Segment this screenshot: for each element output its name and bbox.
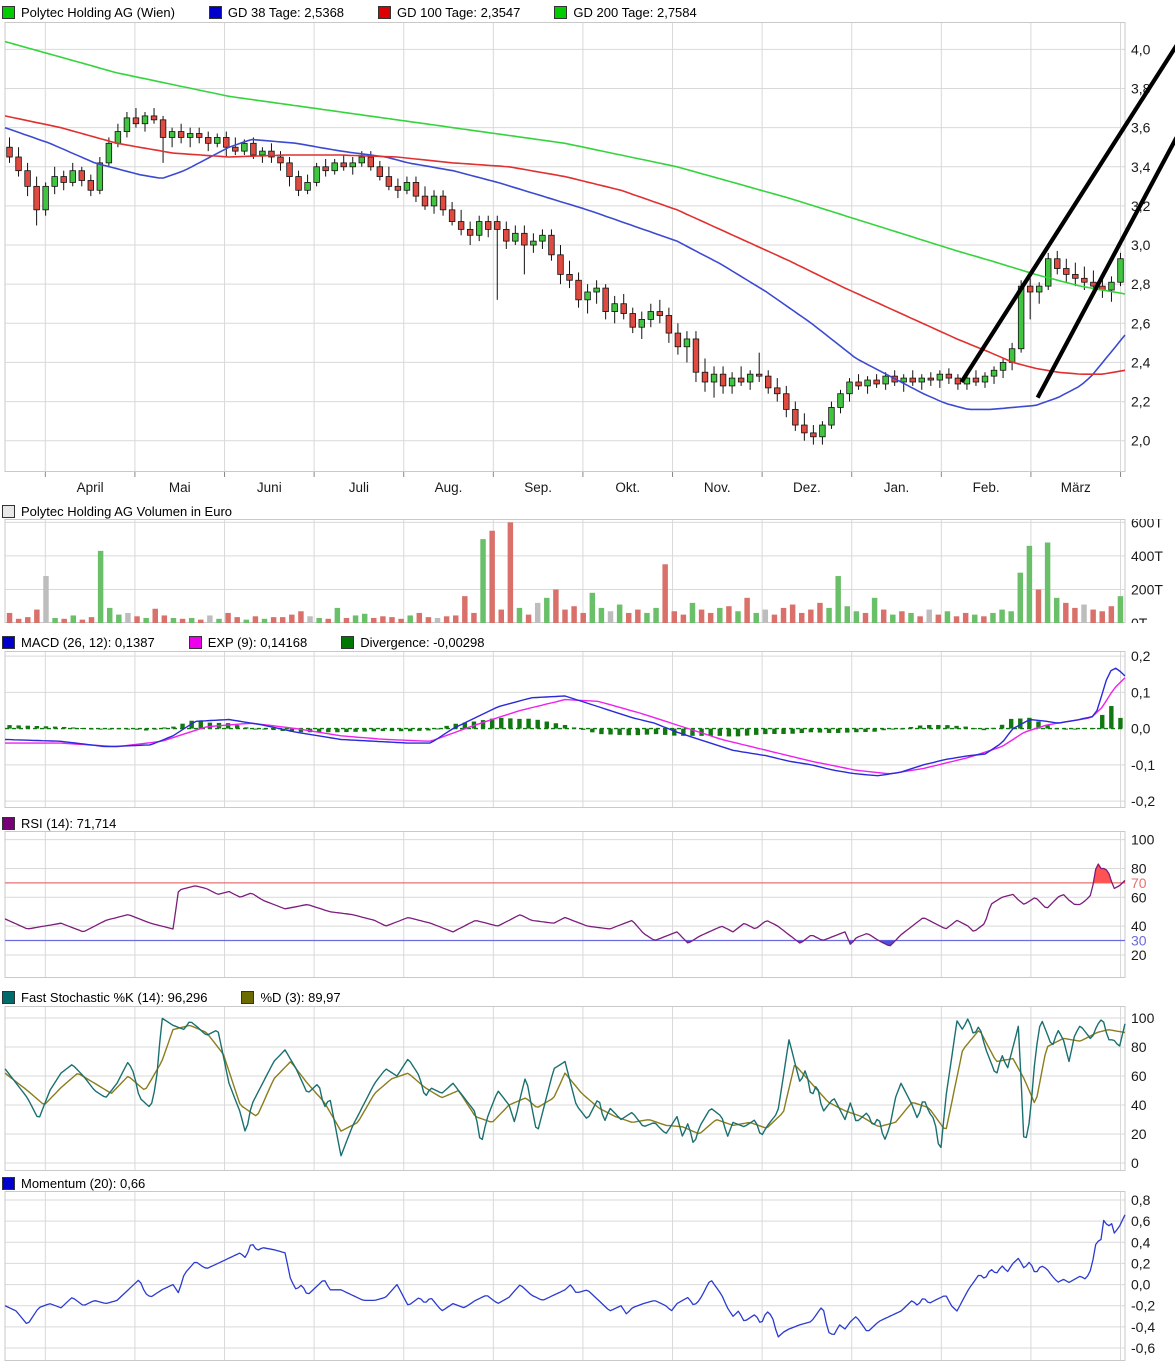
legend-label-exp: EXP (9): 0,14168: [208, 635, 308, 650]
legend-item-rsi: RSI (14): 71,714: [2, 816, 116, 831]
svg-text:Jan.: Jan.: [884, 480, 910, 495]
legend-label-momentum: Momentum (20): 0,66: [21, 1176, 145, 1191]
svg-text:Sep.: Sep.: [524, 480, 552, 495]
svg-text:Nov.: Nov.: [704, 480, 731, 495]
rsi-panel: 100806040207030: [0, 831, 1175, 978]
volume-legend: Polytec Holding AG Volumen in Euro: [0, 502, 1175, 519]
legend-label-gd200: GD 200 Tage: 2,7584: [573, 5, 696, 20]
svg-text:100: 100: [1131, 832, 1155, 848]
legend-label-divergence: Divergence: -0,00298: [360, 635, 484, 650]
svg-text:Dez.: Dez.: [793, 480, 821, 495]
series-color-swatch-icon: [2, 1177, 15, 1190]
svg-text:0,6: 0,6: [1131, 1213, 1151, 1229]
legend-item-gd100: GD 100 Tage: 2,3547: [378, 5, 520, 20]
series-color-swatch-icon: [2, 6, 15, 19]
svg-text:-0,6: -0,6: [1131, 1340, 1155, 1356]
svg-text:100: 100: [1131, 1010, 1155, 1026]
svg-text:Okt.: Okt.: [615, 480, 640, 495]
svg-text:-0,2: -0,2: [1131, 793, 1155, 808]
svg-text:70: 70: [1131, 875, 1147, 891]
legend-item-exp: EXP (9): 0,14168: [189, 635, 308, 650]
svg-text:60: 60: [1131, 1068, 1147, 1084]
rsi-legend: RSI (14): 71,714: [0, 808, 1175, 831]
legend-label-gd100: GD 100 Tage: 2,3547: [397, 5, 520, 20]
svg-text:3,6: 3,6: [1131, 120, 1151, 136]
legend-item-momentum: Momentum (20): 0,66: [2, 1176, 145, 1191]
volume-title: Polytec Holding AG Volumen in Euro: [21, 504, 232, 519]
chart-title: Polytec Holding AG (Wien): [21, 5, 175, 20]
momentum-legend: Momentum (20): 0,66: [0, 1171, 1175, 1191]
momentum-panel: 0,8 0,6 0,4 0,2 0,0 -0,2 -0,4 -0,6: [0, 1191, 1175, 1361]
macd-panel: 0,2 0,1 0,0 -0,1 -0,2: [0, 651, 1175, 808]
series-color-swatch-icon: [241, 991, 254, 1004]
series-color-swatch-icon: [2, 817, 15, 830]
svg-text:400T: 400T: [1131, 548, 1163, 564]
month-axis: April Mai Juni Juli Aug. Sep. Okt. Nov. Dez. Jan.…: [0, 472, 1175, 502]
svg-text:2,8: 2,8: [1131, 276, 1151, 292]
legend-label-rsi: RSI (14): 71,714: [21, 816, 116, 831]
svg-text:2,2: 2,2: [1131, 394, 1151, 410]
svg-text:März: März: [1061, 480, 1091, 495]
svg-text:Aug.: Aug.: [435, 480, 463, 495]
svg-text:200T: 200T: [1131, 581, 1163, 597]
series-color-swatch-icon: [2, 991, 15, 1004]
svg-text:Juni: Juni: [257, 480, 282, 495]
svg-text:-0,1: -0,1: [1131, 757, 1155, 773]
svg-text:-0,2: -0,2: [1131, 1298, 1155, 1314]
legend-item-title: Polytec Holding AG (Wien): [2, 5, 175, 20]
legend-item-volume: Polytec Holding AG Volumen in Euro: [2, 504, 232, 519]
legend-item-gd38: GD 38 Tage: 2,5368: [209, 5, 344, 20]
price-candlestick-panel: 4,03,83,63,43,23,02,82,62,42,22,0: [0, 22, 1175, 472]
legend-label-gd38: GD 38 Tage: 2,5368: [228, 5, 344, 20]
svg-text:-0,4: -0,4: [1131, 1319, 1155, 1335]
legend-item-gd200: GD 200 Tage: 2,7584: [554, 5, 696, 20]
svg-text:Mai: Mai: [169, 480, 191, 495]
svg-text:0T: 0T: [1131, 615, 1148, 623]
legend-item-stoch-k: Fast Stochastic %K (14): 96,296: [2, 990, 207, 1005]
svg-text:0: 0: [1131, 1155, 1139, 1171]
svg-text:0,2: 0,2: [1131, 651, 1151, 664]
price-chart-legend: Polytec Holding AG (Wien) GD 38 Tage: 2,…: [0, 0, 1175, 22]
stochastic-legend: Fast Stochastic %K (14): 96,296 %D (3): …: [0, 978, 1175, 1006]
svg-text:20: 20: [1131, 947, 1147, 963]
svg-text:4,0: 4,0: [1131, 41, 1151, 57]
svg-text:40: 40: [1131, 1097, 1147, 1113]
legend-item-stoch-d: %D (3): 89,97: [241, 990, 340, 1005]
svg-text:20: 20: [1131, 1126, 1147, 1142]
svg-text:2,6: 2,6: [1131, 315, 1151, 331]
svg-text:0,4: 0,4: [1131, 1234, 1151, 1250]
legend-item-macd: MACD (26, 12): 0,1387: [2, 635, 155, 650]
macd-legend: MACD (26, 12): 0,1387 EXP (9): 0,14168 D…: [0, 623, 1175, 651]
series-color-swatch-icon: [209, 6, 222, 19]
legend-label-macd: MACD (26, 12): 0,1387: [21, 635, 155, 650]
svg-text:600T: 600T: [1131, 519, 1163, 530]
stochastic-panel: 100 80 60 40 20 0: [0, 1006, 1175, 1171]
svg-text:0,8: 0,8: [1131, 1192, 1151, 1208]
svg-text:0,0: 0,0: [1131, 721, 1151, 737]
series-color-swatch-icon: [341, 636, 354, 649]
svg-text:April: April: [77, 480, 104, 495]
svg-text:2,4: 2,4: [1131, 354, 1151, 370]
series-color-swatch-icon: [2, 505, 15, 518]
legend-item-divergence: Divergence: -0,00298: [341, 635, 484, 650]
legend-label-stoch-d: %D (3): 89,97: [260, 990, 340, 1005]
svg-text:80: 80: [1131, 1039, 1147, 1055]
series-color-swatch-icon: [378, 6, 391, 19]
svg-text:0,2: 0,2: [1131, 1255, 1151, 1271]
svg-text:2,0: 2,0: [1131, 433, 1151, 449]
svg-text:Juli: Juli: [349, 480, 369, 495]
series-color-swatch-icon: [554, 6, 567, 19]
svg-text:60: 60: [1131, 889, 1147, 905]
legend-label-stoch-k: Fast Stochastic %K (14): 96,296: [21, 990, 207, 1005]
svg-text:0,0: 0,0: [1131, 1277, 1151, 1293]
series-color-swatch-icon: [2, 636, 15, 649]
svg-text:30: 30: [1131, 933, 1147, 949]
svg-text:0,1: 0,1: [1131, 684, 1151, 700]
volume-bar-panel: 600T 400T 200T 0T: [0, 519, 1175, 623]
series-color-swatch-icon: [189, 636, 202, 649]
svg-text:3,0: 3,0: [1131, 237, 1151, 253]
svg-text:Feb.: Feb.: [973, 480, 1000, 495]
svg-text:3,4: 3,4: [1131, 159, 1151, 175]
